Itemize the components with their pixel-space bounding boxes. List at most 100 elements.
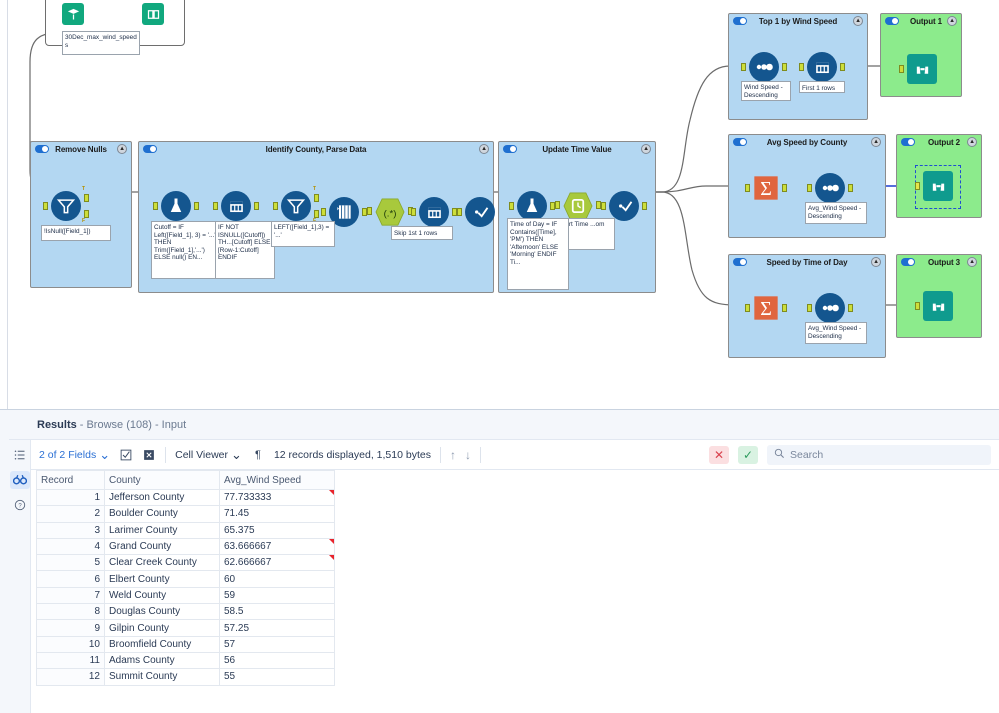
- browse-tool-icon[interactable]: [915, 171, 953, 201]
- filter-tool-icon[interactable]: [273, 191, 319, 221]
- cell-record[interactable]: 7: [36, 586, 105, 605]
- container-header[interactable]: Identify County, Parse Data ▲: [139, 142, 493, 156]
- collapse-icon[interactable]: ▲: [853, 16, 863, 26]
- container-toggle[interactable]: [885, 17, 899, 25]
- sample-tool-icon[interactable]: [411, 197, 457, 227]
- input-anchor[interactable]: [273, 202, 278, 210]
- output-anchor[interactable]: [782, 63, 787, 71]
- container-header[interactable]: Remove Nulls ▲: [31, 142, 131, 156]
- cell-county[interactable]: Broomfield County: [104, 635, 220, 653]
- input-anchor[interactable]: [457, 208, 462, 216]
- regex-tool-icon[interactable]: (.*): [367, 197, 413, 227]
- collapse-icon[interactable]: ▲: [117, 144, 127, 154]
- cell-county[interactable]: Jefferson County: [104, 488, 220, 507]
- table-row[interactable]: 7 Weld County 59: [36, 586, 335, 605]
- select-tool-icon[interactable]: [457, 197, 503, 227]
- input-anchor[interactable]: [807, 184, 812, 192]
- cell-avg-wind-speed[interactable]: 71.45: [219, 505, 335, 523]
- table-row[interactable]: 9 Gilpin County 57.25: [36, 619, 335, 637]
- cell-county[interactable]: Larimer County: [104, 521, 220, 539]
- container-top-1-by-wind-speed[interactable]: Top 1 by Wind Speed ▲ Wind Speed - Desce…: [728, 13, 868, 120]
- collapse-icon[interactable]: ▲: [641, 144, 651, 154]
- cell-county[interactable]: Elbert County: [104, 570, 220, 588]
- table-row[interactable]: 2 Boulder County 71.45: [36, 505, 335, 523]
- cell-avg-wind-speed[interactable]: 62.666667: [219, 554, 335, 572]
- table-row[interactable]: 3 Larimer County 65.375: [36, 521, 335, 539]
- summarize-tool-icon[interactable]: Σ: [745, 173, 787, 203]
- table-row[interactable]: 1 Jefferson County 77.733333: [36, 488, 335, 507]
- cell-avg-wind-speed[interactable]: 59: [219, 586, 335, 605]
- table-row[interactable]: 10 Broomfield County 57: [36, 635, 335, 653]
- cell-record[interactable]: 11: [36, 651, 105, 670]
- container-header[interactable]: Output 2 ▲: [897, 135, 981, 149]
- column-header-county[interactable]: County: [104, 470, 220, 490]
- container-header[interactable]: Avg Speed by County ▲: [729, 135, 885, 149]
- cell-record[interactable]: 4: [36, 537, 105, 556]
- input-anchor[interactable]: [741, 63, 746, 71]
- collapse-icon[interactable]: ▲: [947, 16, 957, 26]
- input-anchor[interactable]: [799, 63, 804, 71]
- collapse-icon[interactable]: ▲: [479, 144, 489, 154]
- input-container-partial[interactable]: 30Dec_max_wind_speeds: [45, 0, 185, 55]
- select-tool-icon[interactable]: [601, 191, 647, 221]
- container-toggle[interactable]: [143, 145, 157, 153]
- true-anchor[interactable]: [314, 194, 319, 202]
- cell-county[interactable]: Douglas County: [104, 603, 220, 621]
- cell-record[interactable]: 1: [36, 488, 105, 507]
- sort-tool-icon[interactable]: [807, 173, 853, 203]
- cell-record[interactable]: 6: [36, 570, 105, 588]
- cell-county[interactable]: Weld County: [104, 586, 220, 605]
- accept-button[interactable]: ✓: [737, 445, 758, 464]
- cell-county[interactable]: Adams County: [104, 651, 220, 670]
- cell-avg-wind-speed[interactable]: 57.25: [219, 619, 335, 637]
- table-row[interactable]: 8 Douglas County 58.5: [36, 603, 335, 621]
- output-anchor[interactable]: [782, 184, 787, 192]
- cell-record[interactable]: 2: [36, 505, 105, 523]
- filter-tool-icon[interactable]: [43, 191, 89, 221]
- table-row[interactable]: 12 Summit County 55: [36, 668, 335, 686]
- datetime-tool-icon[interactable]: [555, 191, 601, 221]
- cell-record[interactable]: 5: [36, 554, 105, 572]
- container-header[interactable]: Update Time Value ▲: [499, 142, 655, 156]
- input-anchor[interactable]: [555, 201, 560, 209]
- false-anchor[interactable]: [84, 210, 89, 218]
- output-anchor[interactable]: [782, 304, 787, 312]
- input-anchor[interactable]: [915, 182, 920, 190]
- cell-record[interactable]: 12: [36, 668, 105, 686]
- column-header-record[interactable]: Record: [36, 470, 105, 490]
- container-toggle[interactable]: [733, 258, 747, 266]
- input-anchor[interactable]: [745, 184, 750, 192]
- cell-avg-wind-speed[interactable]: 60: [219, 570, 335, 588]
- binoculars-icon[interactable]: [9, 471, 30, 489]
- summarize-tool-icon[interactable]: Σ: [745, 293, 787, 323]
- container-output-3[interactable]: Output 3 ▲: [896, 254, 982, 338]
- input-anchor[interactable]: [367, 207, 372, 215]
- formula-tool-icon[interactable]: [153, 191, 199, 221]
- input-anchor[interactable]: [321, 208, 326, 216]
- output-anchor[interactable]: [848, 184, 853, 192]
- true-anchor[interactable]: [84, 194, 89, 202]
- results-toolbar[interactable]: 2 of 2 Fields ⌄ Cell Viewer ⌄ ¶ 12 recor…: [31, 440, 999, 470]
- input-anchor[interactable]: [43, 202, 48, 210]
- container-identify-county[interactable]: Identify County, Parse Data ▲ T (.*) Cut…: [138, 141, 503, 293]
- output-anchor[interactable]: [642, 202, 647, 210]
- input-anchor[interactable]: [807, 304, 812, 312]
- container-avg-speed-by-county[interactable]: Avg Speed by County ▲ Σ Avg_Wind Speed -…: [728, 134, 886, 238]
- cell-county[interactable]: Clear Creek County: [104, 554, 220, 572]
- formula-tool-icon[interactable]: [509, 191, 555, 221]
- prev-record-icon[interactable]: ↑: [450, 448, 456, 462]
- table-row[interactable]: 5 Clear Creek County 62.666667: [36, 554, 335, 572]
- cell-county[interactable]: Summit County: [104, 668, 220, 686]
- cell-avg-wind-speed[interactable]: 63.666667: [219, 537, 335, 556]
- cell-avg-wind-speed[interactable]: 65.375: [219, 521, 335, 539]
- table-row[interactable]: 6 Elbert County 60: [36, 570, 335, 588]
- input-anchor[interactable]: [601, 202, 606, 210]
- cell-avg-wind-speed[interactable]: 55: [219, 668, 335, 686]
- container-update-time-value[interactable]: Update Time Value ▲ ...ert Time ...om Ti…: [498, 141, 656, 293]
- input-anchor[interactable]: [411, 208, 416, 216]
- sample-tool-icon[interactable]: [799, 52, 845, 82]
- input-anchor[interactable]: [153, 202, 158, 210]
- container-header[interactable]: Output 3 ▲: [897, 255, 981, 269]
- cell-county[interactable]: Boulder County: [104, 505, 220, 523]
- container-remove-nulls[interactable]: Remove Nulls ▲ T F !IsNull([Field_1]): [30, 141, 132, 288]
